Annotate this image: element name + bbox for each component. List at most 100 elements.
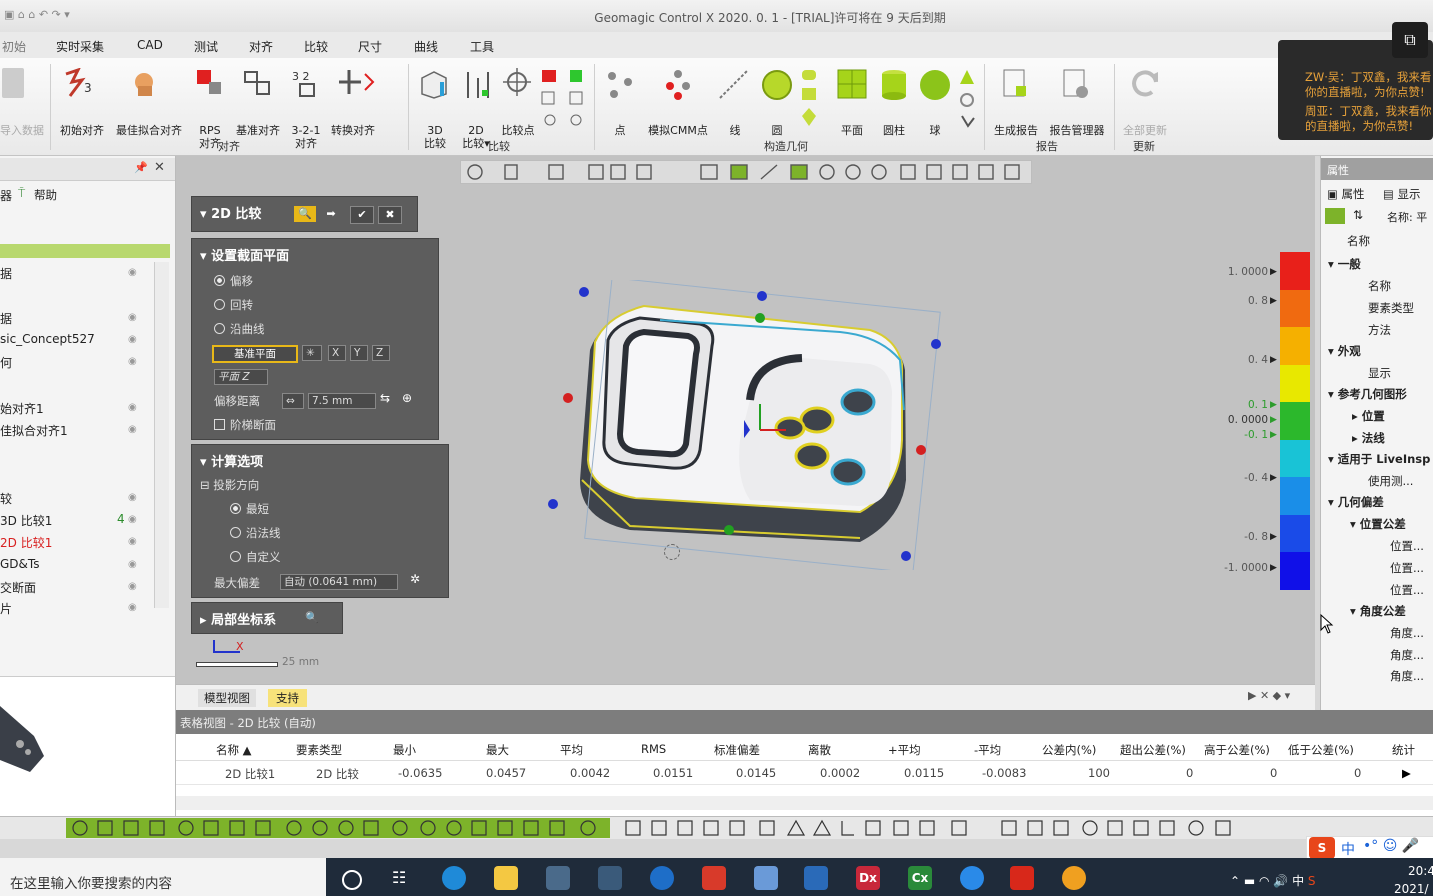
3d-compare-button[interactable]: 3D 比较 <box>420 124 450 150</box>
sort-toolbar[interactable] <box>1325 208 1345 224</box>
property-item[interactable]: ▸ 位置 <box>1352 408 1385 424</box>
construct-extra-icons[interactable] <box>956 68 978 130</box>
property-item[interactable]: 方法 <box>1368 322 1391 338</box>
best-fit-align-button[interactable]: 最佳拟合对齐 <box>111 124 187 137</box>
color-bar-marker-icon[interactable]: ▶ <box>1270 296 1277 306</box>
visibility-eye-icon[interactable]: ◉ <box>128 334 137 345</box>
step-section-checkbox[interactable] <box>214 419 225 430</box>
visibility-eye-icon[interactable]: ◉ <box>128 602 137 613</box>
file-explorer-icon[interactable] <box>494 866 518 890</box>
section-plane-title[interactable]: ▾ 设置截面平面 <box>200 245 289 264</box>
tree-item[interactable]: 始对齐1 <box>0 400 44 417</box>
wps-office-icon[interactable] <box>1010 866 1034 890</box>
table-hscrollbar[interactable] <box>176 796 1433 810</box>
app-grid-icon[interactable] <box>804 866 828 890</box>
radio-custom[interactable] <box>230 551 241 562</box>
table-header-cell[interactable]: -平均 <box>974 742 1001 758</box>
321-align-button[interactable]: 3-2-1 对齐 <box>286 124 326 150</box>
local-cs-title[interactable]: ▸ 局部坐标系 <box>200 609 276 628</box>
table-header-cell[interactable]: 标准偏差 <box>714 742 760 758</box>
task-view-icon[interactable] <box>342 870 362 890</box>
color-bar-marker-icon[interactable]: ▶ <box>1270 563 1277 573</box>
visibility-eye-icon[interactable]: ◉ <box>128 581 137 592</box>
table-header-cell[interactable]: 统计 <box>1392 742 1415 758</box>
radio-along-curve[interactable] <box>214 323 225 334</box>
color-bar-marker-icon[interactable]: ▶ <box>1270 415 1277 425</box>
tool-label[interactable]: 器 <box>0 187 12 204</box>
property-item[interactable]: 要素类型 <box>1368 300 1414 316</box>
compare-extra-icons[interactable] <box>540 68 588 130</box>
app-orange-icon[interactable] <box>1062 866 1086 890</box>
next-arrow-button[interactable]: ➡ <box>320 206 342 222</box>
property-item[interactable]: 位置... <box>1390 560 1424 576</box>
circle-button[interactable]: 圆 <box>766 124 788 137</box>
menu-item-8[interactable]: 工具 <box>470 38 494 55</box>
table-header-cell[interactable]: 要素类型 <box>296 742 342 758</box>
tree-item[interactable]: 片 <box>0 600 12 617</box>
visibility-eye-icon[interactable]: ◉ <box>128 267 137 278</box>
base-plane-field[interactable]: 基准平面 <box>212 345 298 363</box>
offset-distance-input[interactable]: 7.5 mm <box>308 393 376 409</box>
property-item[interactable]: 使用测... <box>1368 473 1413 489</box>
confirm-button[interactable]: ✔ <box>350 206 374 224</box>
tree-item[interactable]: 较 <box>0 490 12 507</box>
property-item[interactable]: ▾ 外观 <box>1328 343 1361 359</box>
property-item[interactable]: ▾ 适用于 LiveInsp <box>1328 451 1430 467</box>
table-header-cell[interactable]: 超出公差(%) <box>1120 742 1186 758</box>
report-manager-button[interactable]: 报告管理器 <box>1044 124 1110 137</box>
offset-swap-icon[interactable]: ⇆ <box>380 391 390 405</box>
menu-item-7[interactable]: 曲线 <box>414 38 438 55</box>
system-tray-icons[interactable]: ⌃ ▬ ◠ 🔊 中 S <box>1230 872 1316 889</box>
radio-shortest[interactable] <box>230 503 241 514</box>
calc-options-title[interactable]: ▾ 计算选项 <box>200 451 263 470</box>
tree-item[interactable]: 据 <box>0 310 12 327</box>
table-header-cell[interactable]: 高于公差(%) <box>1204 742 1270 758</box>
clock-time[interactable]: 20:4 <box>1408 864 1433 878</box>
menu-item-0[interactable]: 初始 <box>2 38 26 55</box>
property-item[interactable]: 角度... <box>1390 625 1424 641</box>
color-bar-marker-icon[interactable]: ▶ <box>1270 400 1277 410</box>
property-item[interactable]: 名称 <box>1368 278 1391 294</box>
property-item[interactable]: ▾ 几何偏差 <box>1328 494 1384 510</box>
table-header-cell[interactable]: +平均 <box>888 742 921 758</box>
option-along-normal[interactable]: 沿法线 <box>230 525 281 541</box>
app-sphere-icon[interactable] <box>650 866 674 890</box>
visibility-eye-icon[interactable]: ◉ <box>128 312 137 323</box>
help-button[interactable]: 帮助 <box>34 187 57 203</box>
taskbar-search-box[interactable]: 在这里输入你要搜索的内容 <box>0 858 326 896</box>
transform-align-button[interactable]: 转换对齐 <box>326 124 380 137</box>
option-along-curve[interactable]: 沿曲线 <box>214 321 265 337</box>
tree-item[interactable]: 据 <box>0 265 12 282</box>
tab-controls[interactable]: ▶ ✕ ◆ ▾ <box>1248 689 1290 702</box>
table-header-cell[interactable]: 平均 <box>560 742 583 758</box>
tree-scrollbar[interactable] <box>154 262 169 608</box>
property-item[interactable]: 名称 <box>1347 233 1370 249</box>
preview-button[interactable]: 🔍 <box>294 206 316 222</box>
property-item[interactable]: 显示 <box>1368 365 1391 381</box>
line-button[interactable]: 线 <box>724 124 746 137</box>
initial-align-button[interactable]: 初始对齐 <box>54 124 110 137</box>
color-bar-marker-icon[interactable]: ▶ <box>1270 267 1277 277</box>
offset-pick-icon[interactable]: ⊕ <box>402 391 412 405</box>
menu-item-5[interactable]: 比较 <box>304 38 328 55</box>
cancel-button[interactable]: ✖ <box>378 206 402 224</box>
max-deviation-settings-icon[interactable]: ✲ <box>410 572 420 586</box>
ime-toolbar[interactable]: S 中 •° ☺ 🎤 <box>1306 836 1433 860</box>
control-x-icon[interactable]: Cx <box>908 866 932 890</box>
import-data-button[interactable]: 导入数据 <box>0 124 44 137</box>
radio-offset[interactable] <box>214 275 225 286</box>
ime-mode-label[interactable]: 中 <box>1341 839 1355 859</box>
radio-along-normal[interactable] <box>230 527 241 538</box>
visibility-eye-icon[interactable]: ◉ <box>128 356 137 367</box>
tree-item[interactable]: 交断面 <box>0 579 36 596</box>
tree-item[interactable]: 3D 比较1 <box>0 512 52 529</box>
color-bar-marker-icon[interactable]: ▶ <box>1270 473 1277 483</box>
option-custom[interactable]: 自定义 <box>230 549 281 565</box>
model-3d-part[interactable] <box>540 280 960 570</box>
axis-x-button[interactable]: X <box>328 345 346 361</box>
step-section-option[interactable]: 阶梯断面 <box>214 417 276 433</box>
compare-point-button[interactable]: 比较点 <box>497 124 539 137</box>
app-monitor-icon[interactable] <box>754 866 778 890</box>
axis-z-button[interactable]: Z <box>372 345 390 361</box>
table-cell[interactable]: ▶ <box>1402 766 1411 780</box>
